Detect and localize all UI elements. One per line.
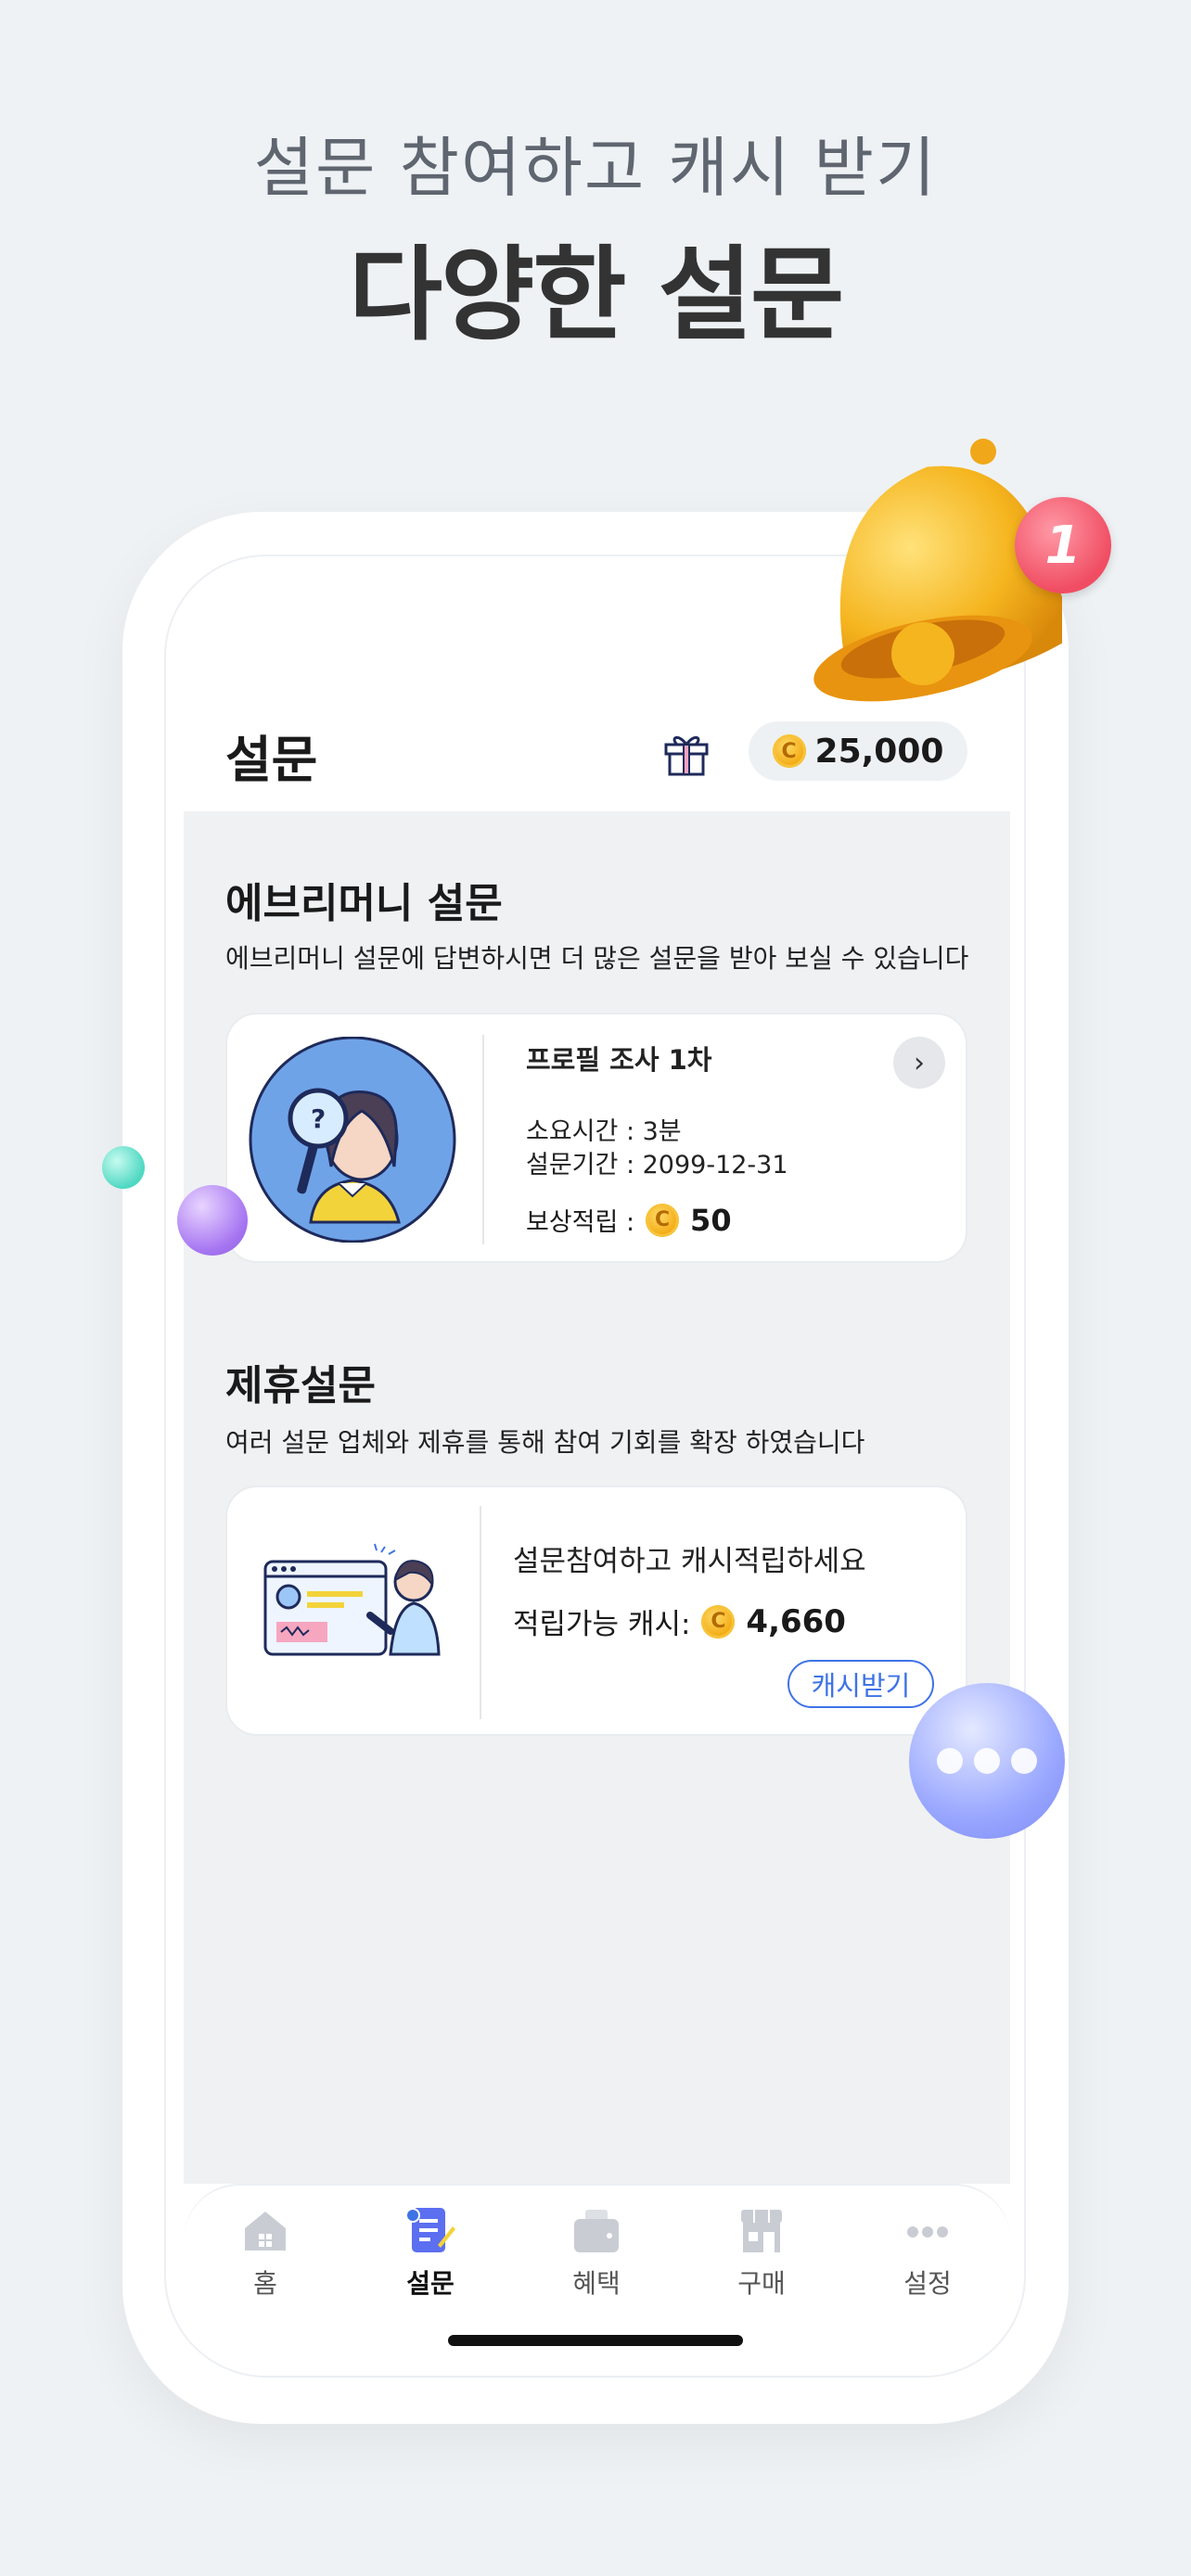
reward-label: 보상적립 : [526, 1208, 635, 1237]
card-divider [480, 1506, 481, 1719]
survey-illustration: ? [249, 1037, 456, 1243]
coin-icon: C [701, 1604, 736, 1639]
phone-screen: 설문 C 25,000 에브리머니 설문 에브리머니 설문에 답변하시면 더 많… [164, 555, 1026, 2378]
survey-detail-arrow-button[interactable]: › [893, 1037, 945, 1089]
chat-dot [1011, 1748, 1037, 1774]
section-title-every-survey: 에브리머니 설문 [225, 880, 503, 927]
chat-dot [937, 1748, 963, 1774]
section-desc-partner-survey: 여러 설문 업체와 제휴를 통해 참여 기회를 확장 하였습니다 [225, 1427, 865, 1458]
reward-value: 50 [690, 1202, 732, 1238]
cash-balance-pill[interactable]: C 25,000 [749, 721, 967, 781]
coin-icon: C [772, 734, 806, 768]
home-indicator [448, 2335, 743, 2346]
chat-bubble-icon [909, 1683, 1065, 1839]
cash-balance-value: 25,000 [814, 732, 944, 771]
promo-title: 다양한 설문 [348, 236, 844, 354]
purple-bubble-decoration [177, 1185, 248, 1256]
card-divider [482, 1035, 484, 1244]
survey-name: 프로필 조사 1차 [526, 1044, 712, 1076]
svg-text:?: ? [311, 1103, 326, 1134]
more-icon [907, 2226, 948, 2238]
nav-label: 설문 [406, 2268, 455, 2299]
nav-item-benefit[interactable]: 혜택 [541, 2204, 652, 2301]
nav-item-home[interactable]: 홈 [210, 2204, 321, 2301]
promo-subtitle: 설문 참여하고 캐시 받기 [253, 130, 938, 206]
chat-dot [974, 1748, 1000, 1774]
home-icon [245, 2212, 286, 2251]
section-desc-every-survey: 에브리머니 설문에 답변하시면 더 많은 설문을 받아 보실 수 있습니다 [225, 943, 969, 974]
nav-label: 설정 [903, 2268, 952, 2299]
bell-icon [813, 439, 1062, 702]
survey-duration: 소요시간 : 3분 [526, 1117, 682, 1146]
partner-available-row: 적립가능 캐시: C 4,660 [513, 1600, 846, 1642]
partner-survey-card[interactable]: 설문참여하고 캐시적립하세요 적립가능 캐시: C 4,660 캐시받기 [225, 1486, 967, 1736]
store-icon [741, 2210, 782, 2252]
nav-item-purchase[interactable]: 구매 [706, 2204, 817, 2301]
wallet-icon [574, 2210, 619, 2252]
survey-period: 설문기간 : 2099-12-31 [526, 1151, 788, 1180]
profile-survey-card[interactable]: ? 프로필 조사 1차 › 소요시간 : 3분 설문기간 : 2099-12-3… [225, 1013, 967, 1263]
notification-badge: 1 [1015, 497, 1111, 593]
section-title-partner-survey: 제휴설문 [225, 1362, 376, 1409]
survey-reward-row: 보상적립 : C 50 [526, 1202, 732, 1238]
nav-item-survey[interactable]: 설문 [375, 2204, 486, 2301]
get-cash-button[interactable]: 캐시받기 [788, 1660, 934, 1708]
coin-icon: C [646, 1203, 680, 1237]
nav-label: 혜택 [572, 2268, 621, 2299]
partner-illustration [263, 1543, 441, 1656]
page-title: 설문 [225, 731, 318, 789]
nav-label: 구매 [737, 2268, 786, 2299]
bottom-nav: 홈 설문 혜택 구매 설정 [184, 2184, 1010, 2376]
nav-label: 홈 [253, 2268, 277, 2299]
gift-icon[interactable] [660, 726, 712, 778]
survey-icon [405, 2208, 455, 2252]
available-label: 적립가능 캐시: [513, 1608, 691, 1641]
nav-item-settings[interactable]: 설정 [872, 2204, 983, 2301]
teal-bubble-decoration [102, 1146, 145, 1189]
available-value: 4,660 [746, 1602, 846, 1640]
partner-headline: 설문참여하고 캐시적립하세요 [513, 1545, 866, 1578]
